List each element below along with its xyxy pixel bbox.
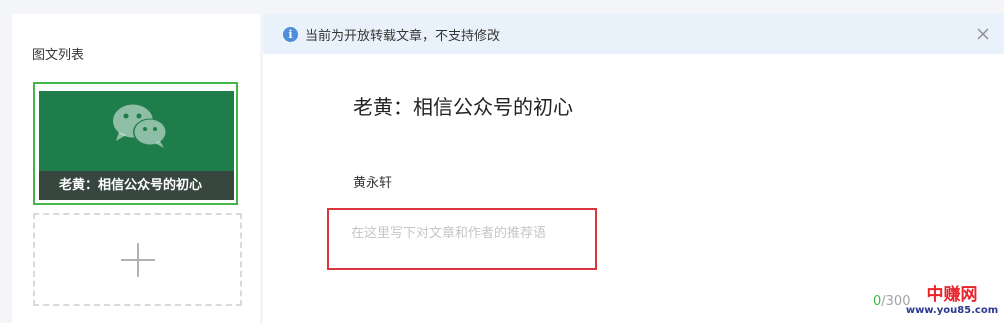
info-icon: i: [283, 27, 298, 42]
recommendation-input[interactable]: [351, 226, 581, 241]
notice-bar: i 当前为开放转载文章，不支持修改: [263, 14, 1004, 54]
watermark-url: www.you85.com: [905, 305, 999, 316]
wechat-icon: [113, 104, 167, 148]
plus-icon-vertical: [137, 243, 139, 277]
notice-text: 当前为开放转载文章，不支持修改: [305, 29, 501, 44]
close-icon[interactable]: [975, 26, 991, 42]
add-article-button[interactable]: [33, 213, 242, 306]
article-author: 黄永轩: [353, 176, 393, 191]
article-list-panel: 图文列表 老黄：相信公众号的初心: [12, 14, 260, 323]
article-title: 老黄：相信公众号的初心: [353, 95, 573, 119]
article-cover: 老黄：相信公众号的初心: [39, 91, 234, 200]
watermark-logo: 中赚网 www.you85.com: [903, 286, 1001, 318]
article-caption: 老黄：相信公众号的初心: [39, 171, 234, 200]
article-list-item[interactable]: 老黄：相信公众号的初心: [33, 82, 238, 205]
watermark-text: 中赚网: [926, 285, 978, 305]
article-list-title: 图文列表: [32, 48, 85, 63]
editor-panel: i 当前为开放转载文章，不支持修改 老黄：相信公众号的初心 黄永轩 0/300 …: [263, 14, 1004, 323]
recommendation-highlight-box: [327, 208, 597, 270]
